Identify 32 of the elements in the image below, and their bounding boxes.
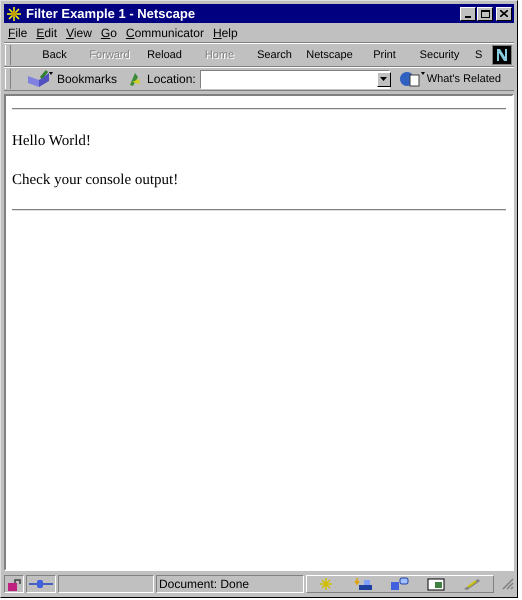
resize-grip-icon[interactable] bbox=[502, 578, 514, 590]
location-label: Location: bbox=[147, 71, 196, 88]
menu-item[interactable]: Edit bbox=[36, 24, 58, 42]
menu-item[interactable]: Go bbox=[100, 24, 117, 42]
bookmarks-button[interactable]: Bookmarks bbox=[27, 70, 118, 88]
close-button[interactable] bbox=[496, 6, 512, 20]
menu-item[interactable]: View bbox=[66, 24, 92, 42]
caret-icon bbox=[380, 77, 388, 81]
window-title: Filter Example 1 - Netscape bbox=[26, 4, 196, 23]
bookmarks-icon bbox=[27, 70, 53, 88]
paragraph: Hello World! bbox=[12, 132, 91, 151]
toolbar-button[interactable]: Reload bbox=[137, 45, 192, 65]
toolbar-button[interactable]: S bbox=[467, 45, 484, 65]
toolbar-grip-icon[interactable] bbox=[5, 45, 11, 65]
minimize-button[interactable] bbox=[460, 6, 476, 20]
whats-related-button[interactable]: What's Related bbox=[398, 70, 501, 88]
toolbar-button[interactable]: Print bbox=[357, 45, 412, 65]
globe-icon bbox=[398, 70, 425, 88]
menu-item[interactable]: File bbox=[8, 24, 28, 42]
toolbar-grip-icon[interactable] bbox=[5, 69, 11, 89]
location-field[interactable] bbox=[200, 70, 390, 88]
maximize-button[interactable] bbox=[477, 6, 493, 20]
menu-item[interactable]: Communicator bbox=[126, 24, 204, 42]
paragraph: Check your console output! bbox=[12, 170, 178, 190]
close-icon bbox=[500, 10, 508, 17]
status-text: Document: Done bbox=[159, 576, 250, 593]
toolbar-button[interactable]: Security bbox=[412, 45, 467, 65]
toolbar-button[interactable]: Netscape bbox=[302, 45, 357, 65]
toolbar-button[interactable]: Search bbox=[247, 45, 302, 65]
security-lock-icon[interactable] bbox=[4, 575, 24, 593]
toolbar-button[interactable]: Back bbox=[27, 45, 82, 65]
menu-item[interactable]: Help bbox=[212, 24, 238, 42]
